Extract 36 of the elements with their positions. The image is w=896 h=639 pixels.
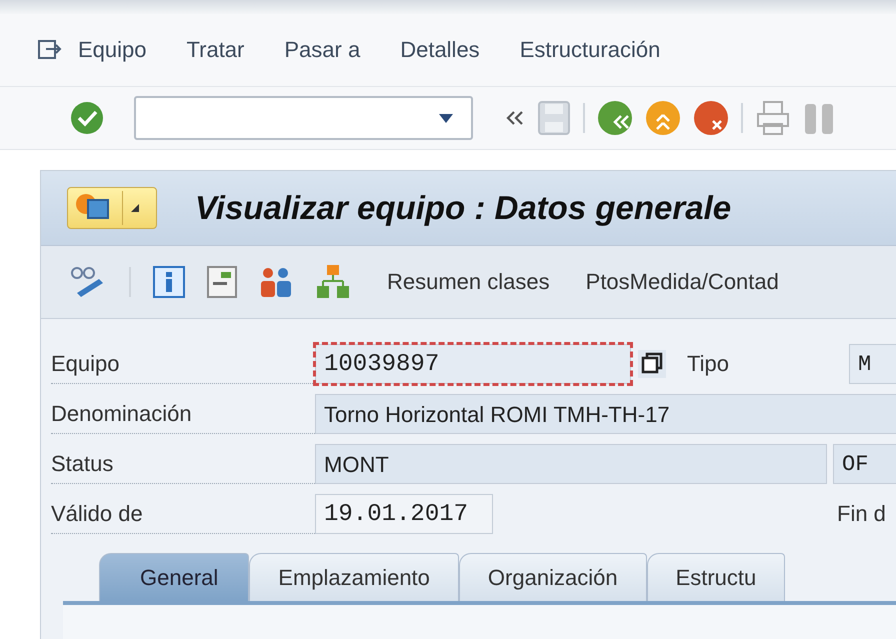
hierarchy-icon[interactable] (315, 264, 351, 300)
back-icon[interactable] (597, 100, 633, 136)
enter-icon[interactable] (70, 101, 104, 135)
toolbar-button[interactable]: PtosMedida/Contad (586, 269, 779, 295)
toolbar-button[interactable]: Resumen clases (387, 269, 550, 295)
tab[interactable]: General (99, 553, 250, 601)
menu-item[interactable]: Estructuración (520, 37, 660, 63)
input-field[interactable]: 19.01.2017 (315, 494, 493, 534)
command-field[interactable] (134, 96, 473, 140)
tab[interactable]: Estructu (646, 553, 786, 601)
screen-title: Visualizar equipo : Datos generale (195, 189, 732, 227)
input-field[interactable]: Torno Horizontal ROMI TMH-TH-17 (315, 394, 896, 434)
document-icon[interactable] (207, 266, 237, 298)
people-icon[interactable] (259, 265, 293, 299)
input-field[interactable]: MONT (315, 444, 827, 484)
exit-icon[interactable] (645, 100, 681, 136)
double-chevron-icon[interactable] (505, 109, 525, 127)
info-icon[interactable] (153, 266, 185, 298)
input-field[interactable]: OF (833, 444, 896, 484)
caret-icon (131, 204, 139, 212)
input-field[interactable]: M (848, 344, 896, 384)
tab[interactable]: Organización (458, 553, 647, 601)
copy-icon[interactable] (637, 349, 667, 379)
menu-icon[interactable] (38, 39, 64, 61)
cancel-icon[interactable] (693, 100, 729, 136)
menu-item[interactable]: Pasar a (284, 37, 360, 63)
menu-item[interactable]: Detalles (400, 37, 480, 63)
system-menu-button[interactable] (67, 187, 157, 229)
field-label: Fin d (837, 501, 886, 527)
printer-icon[interactable] (755, 100, 791, 136)
menu-item[interactable]: Tratar (186, 37, 244, 63)
menu-item[interactable]: Equipo (78, 37, 147, 63)
field-label: Tipo (687, 351, 729, 377)
input-field[interactable]: 10039897 (315, 344, 631, 384)
tab[interactable]: Emplazamiento (249, 553, 459, 601)
caret-icon[interactable] (439, 114, 453, 123)
